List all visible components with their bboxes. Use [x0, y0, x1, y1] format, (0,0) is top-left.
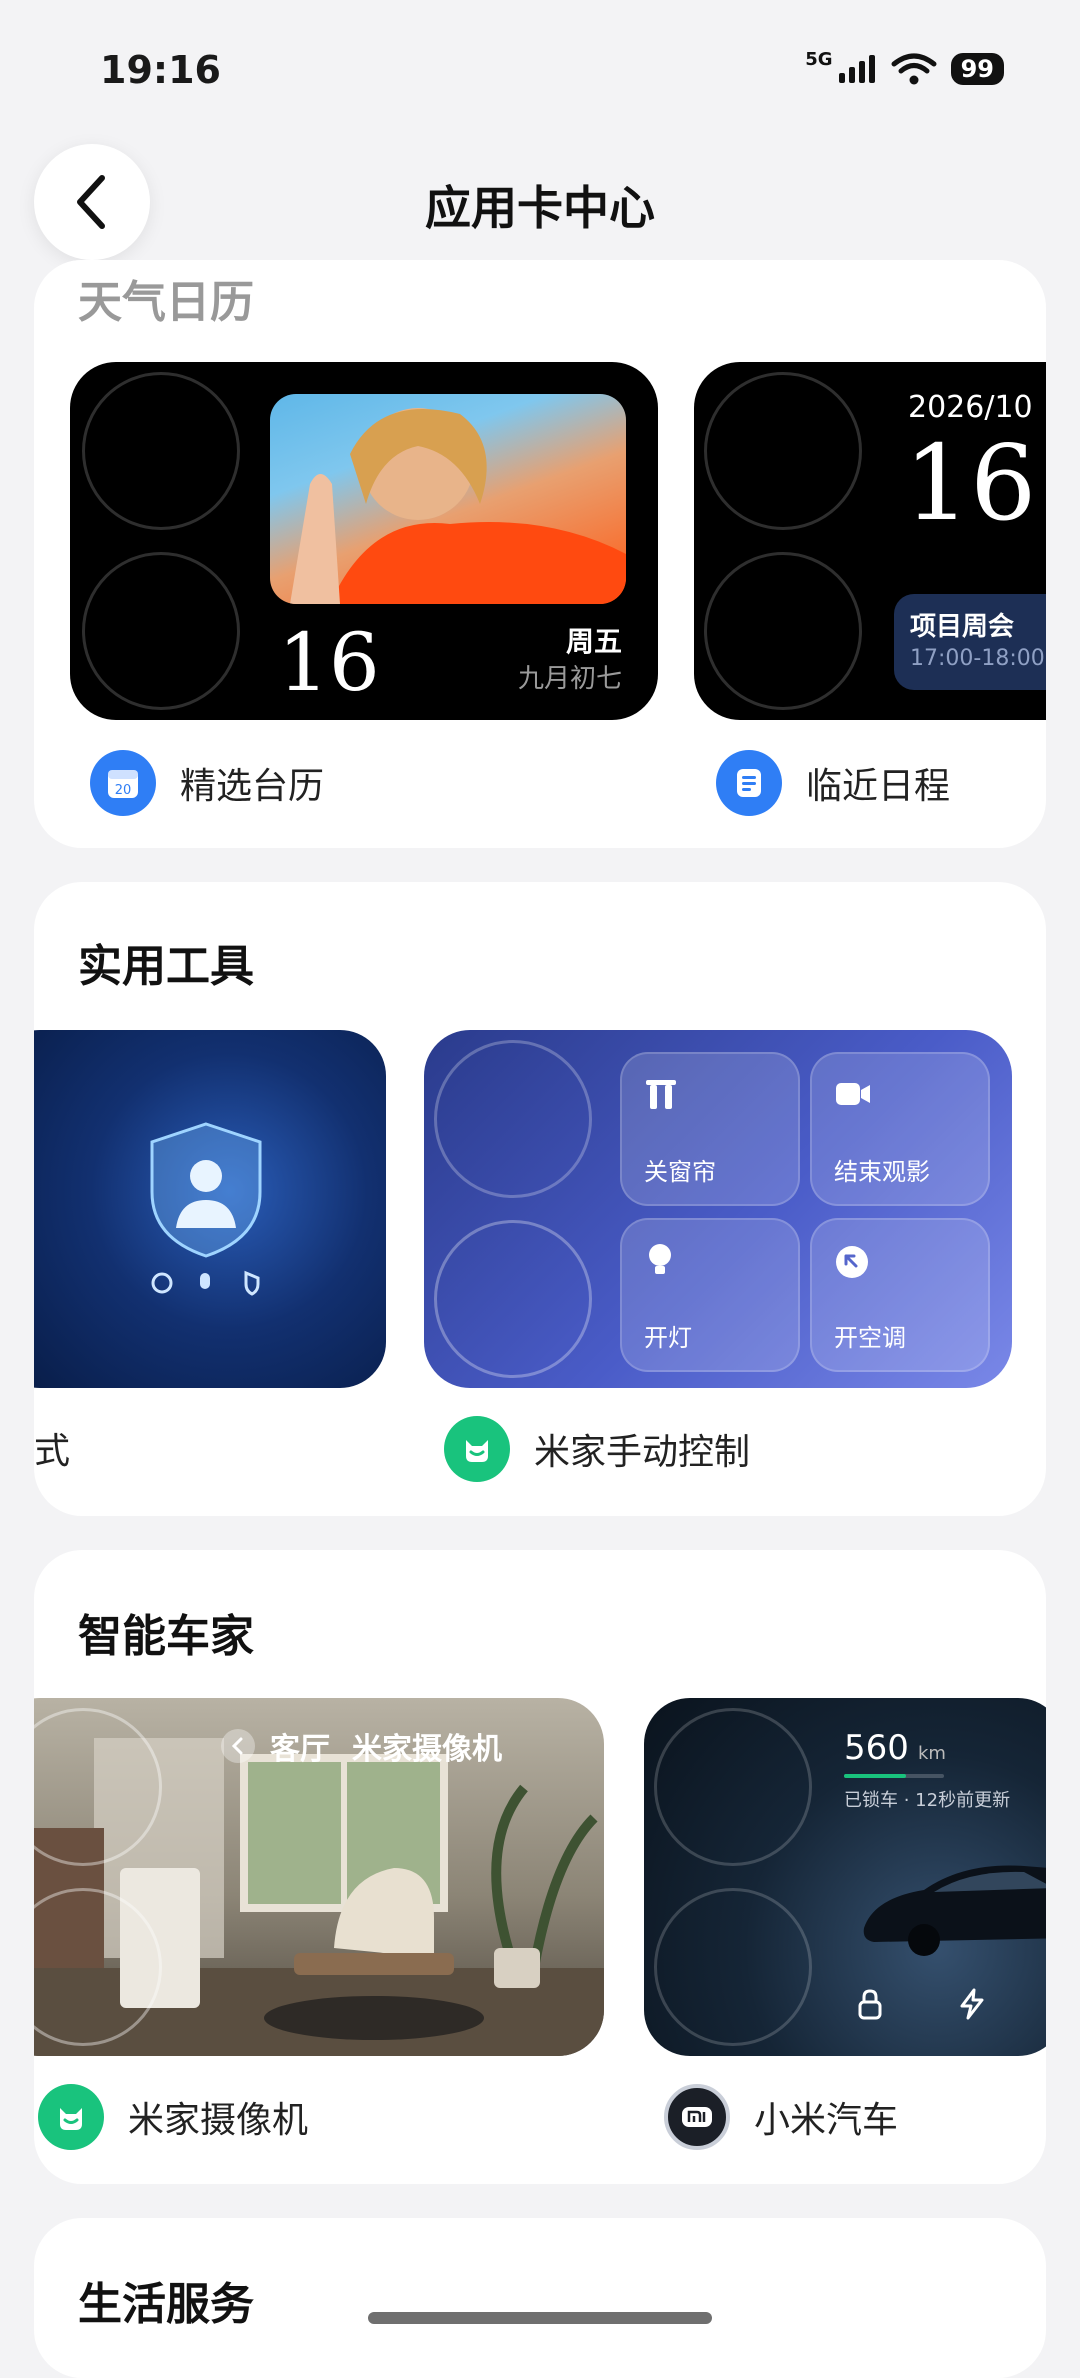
widget-label-mijia-control: 米家手动控制	[444, 1416, 750, 1482]
car-range: 560 km	[844, 1728, 946, 1768]
page-title: 应用卡中心	[425, 181, 655, 235]
mijia-camera-widget[interactable]: 客厅 米家摄像机	[34, 1698, 604, 2056]
wifi-icon	[891, 53, 937, 85]
widget-label-text: 精选台历	[180, 766, 325, 807]
schedule-date: 2026/10	[908, 390, 1033, 425]
car-range-unit: km	[918, 1743, 946, 1764]
camera-icon	[836, 1083, 870, 1105]
ring-slot	[82, 552, 240, 710]
calendar-weekday: 周五	[565, 625, 622, 658]
calendar-widget[interactable]: 16 周五 九月初七	[70, 362, 658, 720]
control-button-curtain[interactable]: 关窗帘	[620, 1052, 800, 1206]
section-title: 智能车家	[78, 1611, 254, 1662]
privacy-mode-widget[interactable]	[34, 1030, 386, 1388]
bulb-icon	[649, 1244, 671, 1274]
section-title: 生活服务	[78, 2279, 254, 2330]
mijia-control-widget[interactable]: 关窗帘 结束观影 开灯 开空调	[424, 1030, 1012, 1388]
schedule-app-icon	[716, 750, 782, 816]
section-life-services: 生活服务	[34, 2218, 1046, 2378]
section-title: 实用工具	[78, 941, 254, 992]
widget-label-xiaomi-car: 小米汽车	[664, 2084, 898, 2150]
car-silhouette	[863, 1865, 1046, 1956]
xiaomi-car-widget[interactable]: 560 km 已锁车 · 12秒前更新	[644, 1698, 1046, 2056]
mijia-app-icon	[38, 2084, 104, 2150]
widget-label-calendar: 20 精选台历	[90, 750, 324, 816]
control-label: 开空调	[834, 1324, 906, 1352]
section-weather-calendar: 天气日历 16 周五 九月初七 2026/10 16 项目周会 17:00-18…	[34, 260, 1046, 848]
widget-label-mijia-camera: 米家摄像机	[38, 2084, 308, 2150]
shield-person-icon	[150, 1122, 262, 1258]
schedule-event-time: 17:00-18:00	[910, 646, 1045, 671]
camera-room: 客厅	[270, 1732, 330, 1767]
widget-label-privacy: 式	[34, 1422, 70, 1474]
calendar-day: 16	[278, 616, 380, 709]
camera-device: 米家摄像机	[352, 1732, 502, 1767]
signal-icon	[838, 55, 875, 83]
control-button-end-movie[interactable]: 结束观影	[810, 1052, 990, 1206]
home-indicator[interactable]	[368, 2312, 712, 2324]
svg-text:20: 20	[115, 783, 132, 798]
ring-slot	[704, 552, 862, 710]
chevron-left-icon	[221, 1729, 255, 1763]
privacy-indicators-icon	[151, 1270, 260, 1296]
status-time: 19:16	[100, 48, 221, 92]
widget-label-schedule: 临近日程	[716, 750, 950, 816]
ring-slot	[82, 372, 240, 530]
car-range-value: 560	[844, 1728, 909, 1768]
ring-slot	[654, 1708, 812, 1866]
car-status: 已锁车 · 12秒前更新	[844, 1790, 1011, 1811]
status-icons: 5G 99	[805, 48, 1004, 86]
control-label: 开灯	[644, 1324, 692, 1352]
schedule-event-card[interactable]: 项目周会 17:00-18:00	[894, 594, 1046, 690]
person-portrait-icon	[290, 408, 626, 604]
battery-indicator: 99	[950, 53, 1004, 85]
mijia-app-icon	[444, 1416, 510, 1482]
curtain-icon	[646, 1080, 676, 1109]
calendar-app-icon: 20	[90, 750, 156, 816]
lock-icon[interactable]	[856, 1988, 884, 2020]
ring-slot	[434, 1220, 592, 1378]
section-tools: 实用工具 关窗帘 结束观影 开灯 开空调 式 米家手动控制	[34, 882, 1046, 1516]
charge-icon[interactable]	[958, 1988, 986, 2020]
ac-icon	[836, 1246, 868, 1278]
control-label: 结束观影	[834, 1158, 930, 1186]
schedule-day: 16	[904, 422, 1037, 544]
control-button-ac[interactable]: 开空调	[810, 1218, 990, 1372]
schedule-widget[interactable]: 2026/10 16 项目周会 17:00-18:00	[694, 362, 1046, 720]
ring-slot	[654, 1888, 812, 2046]
widget-label-text: 式	[34, 1431, 71, 1472]
ring-slot	[704, 372, 862, 530]
widget-label-text: 临近日程	[806, 766, 951, 807]
schedule-event-title: 项目周会	[910, 612, 1015, 642]
widget-label-text: 米家手动控制	[534, 1432, 751, 1473]
control-label: 关窗帘	[644, 1158, 716, 1186]
ring-slot	[434, 1040, 592, 1198]
section-smart-car-home: 智能车家 客厅 米家摄像机 560 km 已锁车 · 12秒前更新 米家摄像机 …	[34, 1550, 1046, 2184]
car-range-bar	[844, 1774, 944, 1778]
calendar-lunar: 九月初七	[517, 664, 622, 694]
widget-label-text: 小米汽车	[754, 2100, 899, 2141]
widget-label-text: 米家摄像机	[128, 2100, 309, 2141]
calendar-photo	[270, 394, 626, 604]
network-type: 5G	[805, 48, 833, 70]
section-title: 天气日历	[78, 277, 254, 328]
control-button-light[interactable]: 开灯	[620, 1218, 800, 1372]
camera-header[interactable]: 客厅 米家摄像机	[220, 1724, 502, 1768]
xiaomi-car-app-icon	[664, 2084, 730, 2150]
